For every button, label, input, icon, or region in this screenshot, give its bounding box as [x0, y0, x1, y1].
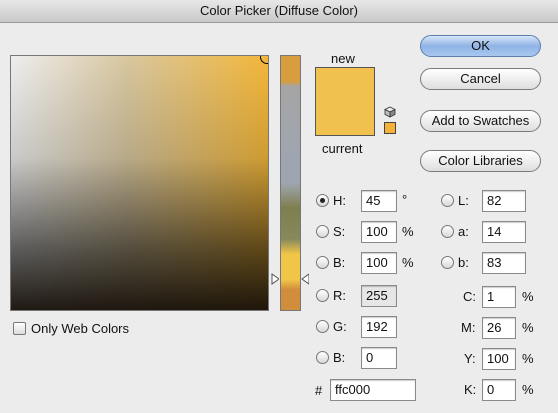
magenta-label: M: [461, 320, 476, 335]
lab-b-label: b: [458, 255, 469, 270]
magenta-field[interactable]: 26 [482, 317, 516, 339]
blue-label: B: [333, 350, 346, 365]
cyan-unit: % [522, 289, 534, 304]
current-color-swatch[interactable] [315, 101, 375, 136]
color-field[interactable] [10, 55, 269, 311]
new-color-swatch [315, 67, 375, 101]
color-libraries-button[interactable]: Color Libraries [420, 150, 541, 172]
out-of-web-gamut-cube-icon[interactable] [384, 106, 396, 118]
red-radio[interactable] [316, 289, 329, 302]
hue-radio[interactable] [316, 194, 329, 207]
window-title: Color Picker (Diffuse Color) [0, 0, 558, 23]
lab-a-radio[interactable] [441, 225, 454, 238]
brightness-label: B: [333, 255, 346, 270]
brightness-unit: % [402, 255, 414, 270]
black-field[interactable]: 0 [482, 379, 516, 401]
blue-radio[interactable] [316, 351, 329, 364]
hex-label: # [315, 383, 323, 398]
ok-button[interactable]: OK [420, 35, 541, 57]
hue-field[interactable]: 45 [361, 190, 397, 212]
yellow-label: Y: [464, 351, 476, 366]
only-web-colors-checkbox[interactable] [13, 322, 26, 335]
red-field[interactable]: 255 [361, 285, 397, 307]
magenta-unit: % [522, 320, 534, 335]
yellow-field[interactable]: 100 [482, 348, 516, 370]
green-label: G: [333, 319, 347, 334]
green-field[interactable]: 192 [361, 316, 397, 338]
saturation-unit: % [402, 224, 414, 239]
lab-a-label: a: [458, 224, 469, 239]
brightness-field[interactable]: 100 [361, 252, 397, 274]
black-unit: % [522, 382, 534, 397]
cyan-field[interactable]: 1 [482, 286, 516, 308]
web-safe-color-swatch[interactable] [384, 122, 396, 134]
cyan-label: C: [463, 289, 476, 304]
hex-field[interactable]: ffc000 [330, 379, 416, 401]
lab-b-field[interactable]: 83 [482, 252, 526, 274]
lab-b-radio[interactable] [441, 256, 454, 269]
saturation-field[interactable]: 100 [361, 221, 397, 243]
new-label: new [331, 51, 355, 66]
lab-l-field[interactable]: 82 [482, 190, 526, 212]
green-radio[interactable] [316, 320, 329, 333]
saturation-label: S: [333, 224, 346, 239]
saturation-radio[interactable] [316, 225, 329, 238]
only-web-colors-label: Only Web Colors [31, 321, 130, 336]
color-field-gradient [11, 56, 268, 310]
slider-right-arrow-icon[interactable] [301, 273, 309, 285]
yellow-unit: % [522, 351, 534, 366]
hue-slider[interactable] [280, 55, 301, 311]
lab-l-label: L: [458, 193, 469, 208]
brightness-radio[interactable] [316, 256, 329, 269]
lab-l-radio[interactable] [441, 194, 454, 207]
blue-field[interactable]: 0 [361, 347, 397, 369]
lab-a-field[interactable]: 14 [482, 221, 526, 243]
hue-unit: ° [402, 192, 408, 207]
slider-left-arrow-icon[interactable] [271, 273, 279, 285]
cancel-button[interactable]: Cancel [420, 68, 541, 90]
black-label: K: [464, 382, 477, 397]
hue-label: H: [333, 193, 346, 208]
add-to-swatches-button[interactable]: Add to Swatches [420, 110, 541, 132]
red-label: R: [333, 288, 346, 303]
current-label: current [322, 141, 363, 156]
